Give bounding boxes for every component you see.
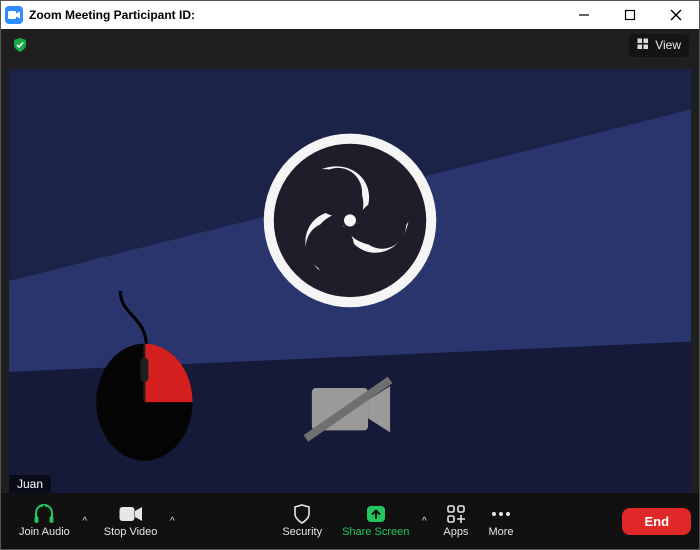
window-title: Zoom Meeting Participant ID: — [29, 8, 195, 22]
security-label: Security — [282, 526, 322, 538]
meeting-toolbar: Join Audio ^ Stop Video ^ Security — [1, 493, 699, 549]
join-audio-button[interactable]: Join Audio — [9, 493, 80, 549]
meeting-body: View — [1, 29, 699, 549]
apps-icon — [446, 504, 466, 524]
shield-icon — [293, 504, 311, 524]
window-minimize-button[interactable] — [561, 1, 607, 29]
headphones-icon — [33, 504, 55, 524]
camera-icon — [119, 504, 143, 524]
apps-button[interactable]: Apps — [433, 493, 478, 549]
more-button[interactable]: More — [478, 493, 523, 549]
window-close-button[interactable] — [653, 1, 699, 29]
stop-video-label: Stop Video — [104, 526, 158, 538]
view-button[interactable]: View — [629, 34, 689, 57]
gallery-icon — [637, 38, 649, 53]
app-window: Zoom Meeting Participant ID: View — [0, 0, 700, 550]
titlebar: Zoom Meeting Participant ID: — [1, 1, 699, 29]
share-options-chevron-icon[interactable]: ^ — [419, 516, 433, 527]
security-button[interactable]: Security — [272, 493, 332, 549]
share-screen-icon — [365, 504, 387, 524]
audio-options-chevron-icon[interactable]: ^ — [80, 516, 94, 527]
end-button[interactable]: End — [622, 508, 691, 535]
meeting-top-strip: View — [1, 29, 699, 61]
shared-content — [9, 69, 691, 493]
more-label: More — [488, 526, 513, 538]
more-icon — [490, 504, 512, 524]
video-stage: Juan — [9, 69, 691, 493]
stop-video-button[interactable]: Stop Video — [94, 493, 168, 549]
zoom-app-icon — [5, 6, 23, 24]
participant-name-tag: Juan — [9, 475, 51, 493]
view-label: View — [655, 38, 681, 52]
video-options-chevron-icon[interactable]: ^ — [167, 516, 181, 527]
share-screen-label: Share Screen — [342, 526, 409, 538]
end-label: End — [644, 514, 669, 529]
apps-label: Apps — [443, 526, 468, 538]
window-maximize-button[interactable] — [607, 1, 653, 29]
join-audio-label: Join Audio — [19, 526, 70, 538]
encryption-shield-icon[interactable] — [11, 36, 29, 54]
share-screen-button[interactable]: Share Screen — [332, 493, 419, 549]
